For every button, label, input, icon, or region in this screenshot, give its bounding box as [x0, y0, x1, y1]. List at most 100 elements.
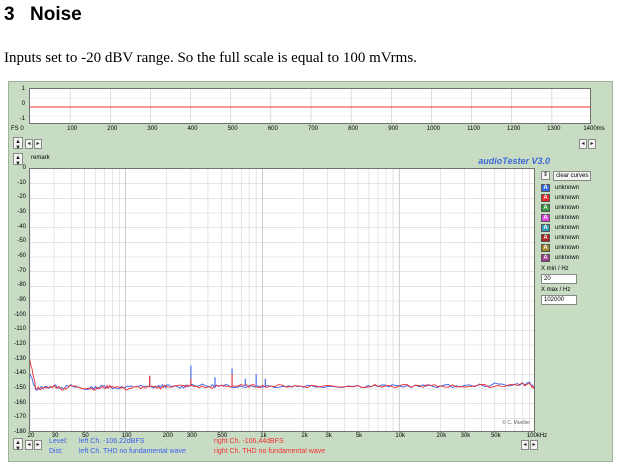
curve-label: unknown — [555, 225, 580, 231]
curve-label: unknown — [555, 235, 580, 241]
main-y-tick: -80 — [17, 282, 26, 289]
top-x-tick: 300 — [147, 126, 158, 132]
curve-item[interactable]: Aunknown — [541, 183, 609, 193]
curve-swatch[interactable]: A — [541, 214, 550, 222]
top-x-tick: 1300 — [547, 126, 561, 132]
main-x-tick: 3k — [325, 433, 332, 439]
curve-label: unknown — [555, 195, 580, 201]
main-y-tick: -120 — [13, 341, 26, 347]
curve-swatch[interactable]: A — [541, 184, 550, 192]
main-zoom-stepper[interactable]: ▲ ▼ — [13, 438, 23, 452]
top-x-tick: 500 — [227, 126, 238, 132]
main-y-tick: -170 — [13, 414, 26, 421]
curve-item[interactable]: Aunknown — [541, 193, 609, 203]
top-y-tick: -1 — [19, 116, 25, 122]
level-label: Level: — [49, 438, 68, 445]
main-y-tick: -110 — [14, 326, 26, 333]
top-x-tick: 1200 — [507, 126, 521, 132]
top-x-tick: 600 — [267, 126, 278, 132]
spectrum-plot[interactable]: © C. Mueller — [29, 168, 535, 432]
curve-panel: ⇕ clear curves Aunknown Aunknown Aunknown A… — [541, 170, 609, 305]
fs-label: FS 0 — [11, 126, 24, 132]
curve-swatch[interactable]: A — [541, 244, 550, 252]
top-scroll-right-button-right[interactable]: ▸ — [588, 139, 596, 149]
top-x-tick: 1100 — [467, 126, 481, 132]
xmin-label: X min / Hz — [541, 266, 569, 272]
top-y-tick: 0 — [21, 101, 25, 107]
main-y-tick: -50 — [17, 238, 26, 245]
xmax-input[interactable]: 102000 — [541, 295, 577, 305]
curve-swatch[interactable]: A — [541, 204, 550, 212]
curve-swatch[interactable]: A — [541, 254, 550, 262]
main-y-tick: -100 — [13, 311, 26, 318]
main-y-tick: -30 — [17, 209, 26, 215]
top-x-tick: 400 — [187, 126, 198, 132]
main-y-tick: -20 — [17, 194, 26, 201]
curves-stepper[interactable]: ⇕ — [541, 171, 550, 180]
main-scroll-right-button[interactable]: ▸ — [34, 440, 42, 450]
audio-tester-window: 1 0 -1 FS 0 100 200 300 400 500 600 700 800 900 1… — [8, 81, 613, 462]
top-x-tick: 1000 — [426, 126, 441, 132]
top-y-tick: 1 — [21, 86, 25, 92]
top-scroll-left-button-right[interactable]: ◂ — [579, 139, 587, 149]
curve-swatch[interactable]: A — [541, 234, 550, 242]
main-scroll-left-button[interactable]: ◂ — [25, 440, 33, 450]
top-zoom-stepper[interactable]: ▲ ▼ — [13, 137, 23, 151]
curve-swatch[interactable]: A — [541, 224, 550, 232]
dist-label: Dist: — [49, 448, 63, 455]
curve-label: unknown — [555, 245, 580, 251]
main-y-tick: -60 — [17, 253, 26, 259]
main-x-tick: 5k — [355, 433, 363, 439]
main-x-tick: 200 — [162, 433, 173, 439]
curve-item[interactable]: Aunknown — [541, 213, 609, 223]
spectrum-svg — [30, 169, 534, 431]
spectrum-series-line — [30, 360, 534, 391]
main-x-tick: 10k — [395, 433, 406, 439]
main-y-tick: -40 — [17, 223, 26, 230]
main-x-tick: 50k — [490, 433, 501, 439]
main-y-tick: -10 — [17, 179, 26, 186]
section-heading: 3 Noise — [4, 4, 82, 26]
xmax-label: X max / Hz — [541, 287, 571, 293]
main-x-tick: 2k — [301, 433, 308, 439]
curve-item[interactable]: Aunknown — [541, 253, 609, 263]
remark-label: remark — [31, 155, 50, 161]
main-x-tick: 100kHz — [526, 433, 548, 439]
curve-label: unknown — [555, 215, 580, 221]
main-x-tick: 20k — [436, 433, 447, 439]
main-y-tick: -140 — [13, 370, 26, 377]
section-title: Noise — [30, 4, 82, 25]
main-y-tick: -70 — [17, 267, 26, 274]
top-x-tick: 700 — [307, 126, 318, 132]
main-y-tick: -160 — [13, 399, 26, 406]
main-y-tick: 0 — [22, 165, 26, 171]
main-y-tick: -150 — [13, 385, 26, 391]
main-y-tick: -130 — [13, 355, 26, 362]
xmin-input[interactable]: 20 — [541, 274, 577, 284]
level-right-readout: right Ch. -106,44dBFS — [214, 438, 284, 445]
curve-item[interactable]: Aunknown — [541, 203, 609, 213]
top-x-tick: 100 — [67, 126, 78, 132]
curve-item[interactable]: Aunknown — [541, 243, 609, 253]
curve-item[interactable]: Aunknown — [541, 233, 609, 243]
dist-left-readout: left Ch. THD no fundamental wave — [79, 448, 186, 455]
remark-stepper[interactable]: ▲ ▼ — [13, 153, 23, 167]
intro-paragraph: Inputs set to -20 dBV range. So the full… — [4, 50, 417, 66]
app-title: audioTester V3.0 — [478, 156, 550, 166]
curve-item[interactable]: Aunknown — [541, 223, 609, 233]
watermark: © C. Mueller — [502, 420, 530, 426]
clear-curves-button[interactable]: clear curves — [553, 170, 592, 181]
main-y-tick: -90 — [17, 297, 26, 303]
main-x-tick: 30k — [460, 433, 471, 439]
curve-swatch[interactable]: A — [541, 194, 550, 202]
curve-label: unknown — [555, 205, 580, 211]
top-x-tick: 1400ms — [583, 126, 605, 132]
main-scroll-right-button-right[interactable]: ▸ — [530, 440, 538, 450]
top-x-tick: 900 — [388, 126, 399, 132]
time-domain-svg — [30, 89, 590, 123]
top-scroll-right-button[interactable]: ▸ — [34, 139, 42, 149]
main-scroll-left-button-right[interactable]: ◂ — [521, 440, 529, 450]
top-x-tick: 800 — [348, 126, 359, 132]
top-scroll-left-button[interactable]: ◂ — [25, 139, 33, 149]
time-domain-plot[interactable] — [29, 88, 591, 124]
